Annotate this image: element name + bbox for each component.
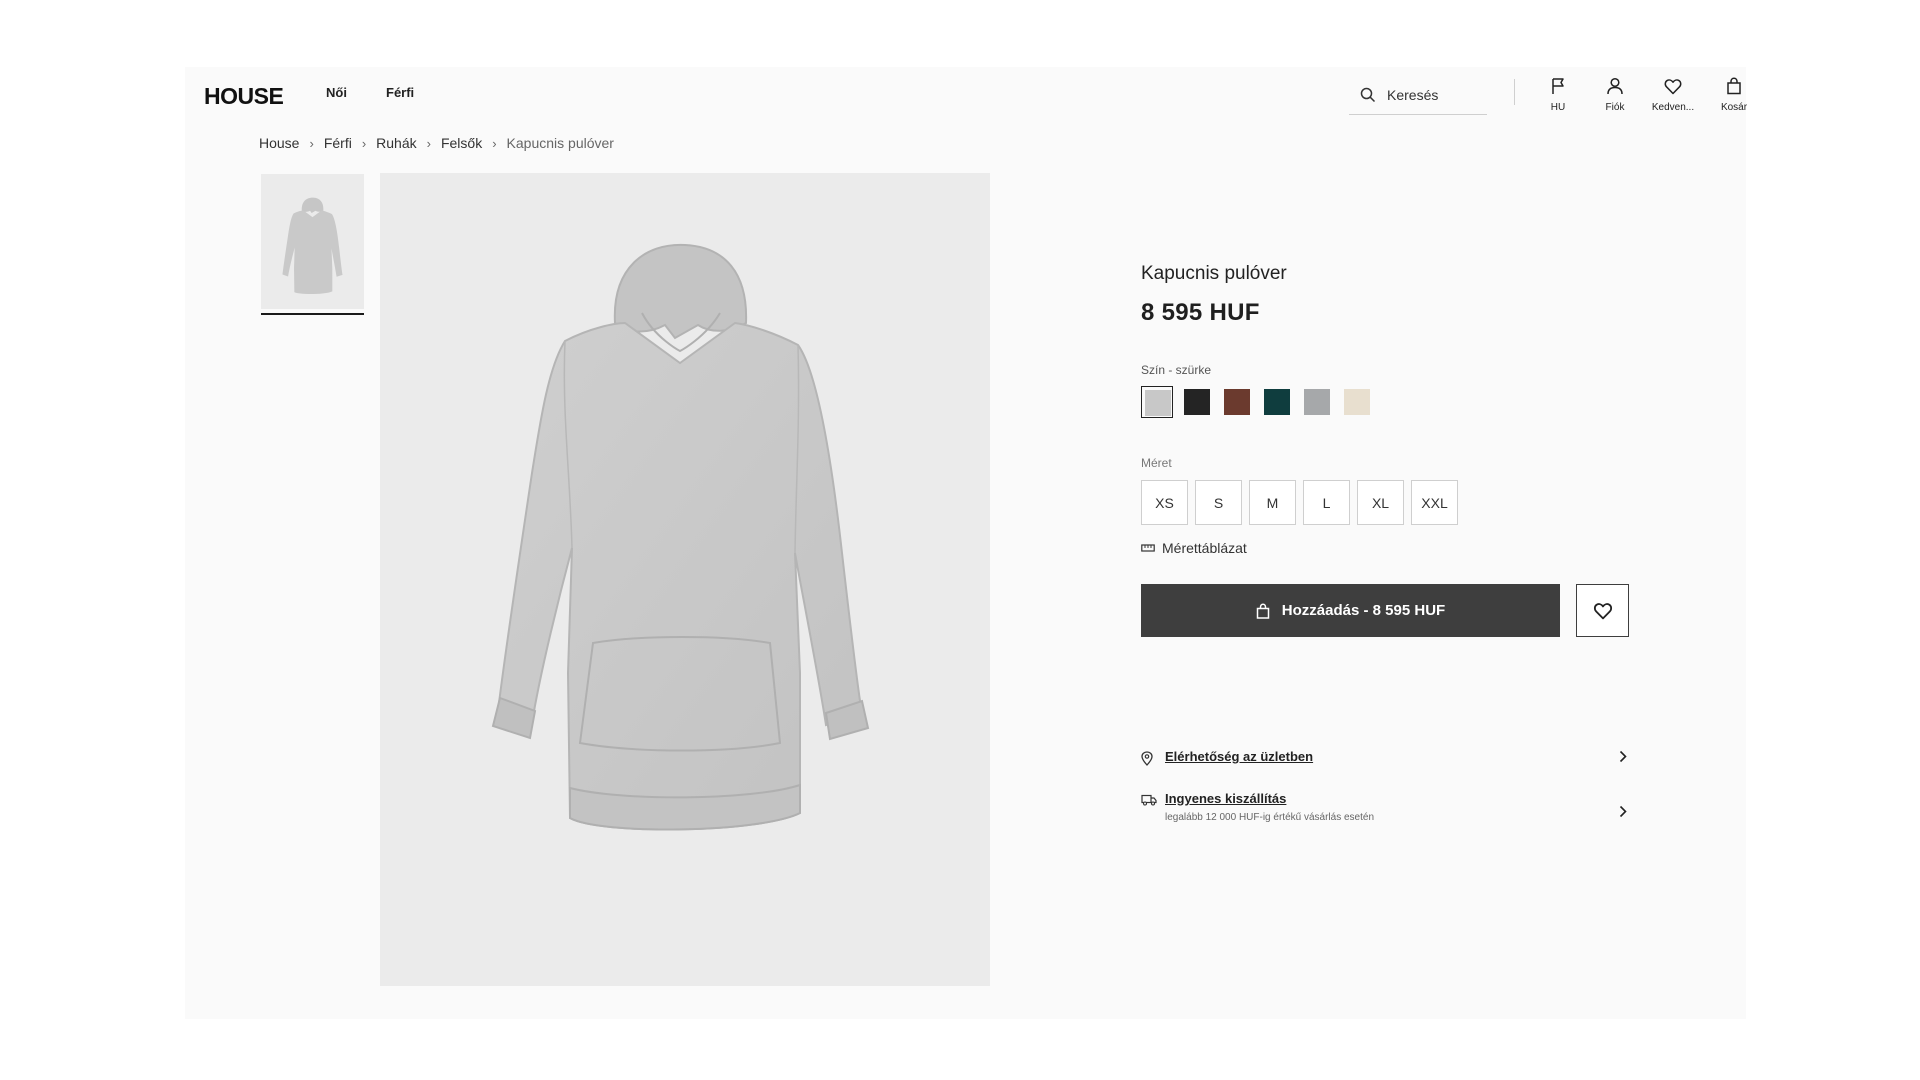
search-box[interactable] [1349,75,1487,115]
account-label: Fiók [1605,102,1625,113]
breadcrumb-chevron-icon: › [492,135,497,151]
color-swatch-fill [1224,389,1250,415]
product-title: Kapucnis pulóver [1141,263,1287,284]
color-swatch-fill [1344,389,1370,415]
flag-icon [1548,76,1568,96]
color-swatch-fill [1145,390,1171,416]
heart-icon [1663,76,1683,96]
delivery-truck-icon [1141,792,1157,808]
breadcrumb-clothes[interactable]: Ruhák [376,135,416,151]
add-to-cart-label: Hozzáadás - 8 595 HUF [1281,602,1446,619]
bag-icon [1256,602,1270,619]
color-swatch-fill [1264,389,1290,415]
add-to-favorites-button[interactable] [1576,584,1629,637]
bag-icon [1724,76,1744,96]
breadcrumb-chevron-icon: › [309,135,314,151]
breadcrumb-chevron-icon: › [426,135,431,151]
breadcrumb: House › Férfi › Ruhák › Felsők › Kapucni… [259,135,614,151]
size-option-m[interactable]: M [1249,480,1296,525]
product-thumbnail[interactable] [261,174,364,309]
country-selector[interactable]: HU [1528,76,1588,113]
chevron-right-icon [1616,749,1630,763]
size-options: XS S M L XL XXL [1141,480,1465,525]
color-swatches [1141,386,1381,418]
search-icon [1359,86,1377,104]
heart-icon [1593,602,1613,620]
free-shipping-label: Ingyenes kiszállítás [1165,791,1287,806]
size-chart-link[interactable]: Mérettáblázat [1141,540,1247,556]
color-swatch[interactable] [1221,386,1253,418]
breadcrumb-chevron-icon: › [361,135,367,151]
free-shipping-note: legalább 12 000 HUF-ig értékű vásárlás e… [1165,812,1375,823]
page-frame: HOUSE Női Férfi HU Fiók Kedven... Kosár … [185,67,1747,1019]
header-divider [1514,79,1515,105]
account-button[interactable]: Fiók [1585,76,1645,113]
color-swatch[interactable] [1181,386,1213,418]
breadcrumb-current: Kapucnis pulóver [506,135,614,151]
favorites-label: Kedven... [1651,102,1695,113]
add-to-cart-button[interactable]: Hozzáadás - 8 595 HUF [1141,584,1560,637]
color-swatch[interactable] [1301,386,1333,418]
size-option-xl[interactable]: XL [1357,480,1404,525]
cart-button[interactable]: Kosár [1704,76,1764,113]
size-label: Méret [1141,456,1172,470]
color-swatch[interactable] [1141,386,1173,418]
size-option-l[interactable]: L [1303,480,1350,525]
chevron-right-icon [1616,804,1630,818]
thumbnail-active-indicator [261,313,364,315]
size-option-xxl[interactable]: XXL [1411,480,1458,525]
search-input[interactable] [1387,86,1477,103]
location-pin-icon [1141,750,1157,766]
product-price: 8 595 HUF [1141,299,1260,326]
nav-men[interactable]: Férfi [386,85,414,100]
logo[interactable]: HOUSE [204,83,284,110]
color-swatch[interactable] [1341,386,1373,418]
free-shipping-row[interactable]: Ingyenes kiszállítás legalább 12 000 HUF… [1141,791,1630,823]
size-option-xs[interactable]: XS [1141,480,1188,525]
cart-label: Kosár [1720,102,1748,113]
size-chart-label: Mérettáblázat [1162,540,1247,556]
store-availability-label: Elérhetőség az üzletben [1165,749,1314,764]
product-main-image[interactable] [380,173,990,986]
nav-women[interactable]: Női [326,85,347,100]
user-icon [1605,76,1625,96]
store-availability-row[interactable]: Elérhetőség az üzletben [1141,749,1630,766]
breadcrumb-men[interactable]: Férfi [324,135,352,151]
country-label: HU [1550,102,1566,113]
ruler-icon [1141,541,1155,555]
favorites-button[interactable]: Kedven... [1643,76,1703,113]
color-label: Szín - szürke [1141,363,1212,377]
color-swatch[interactable] [1261,386,1293,418]
color-swatch-fill [1304,389,1330,415]
size-option-s[interactable]: S [1195,480,1242,525]
breadcrumb-tops[interactable]: Felsők [441,135,482,151]
breadcrumb-house[interactable]: House [259,135,299,151]
color-swatch-fill [1184,389,1210,415]
